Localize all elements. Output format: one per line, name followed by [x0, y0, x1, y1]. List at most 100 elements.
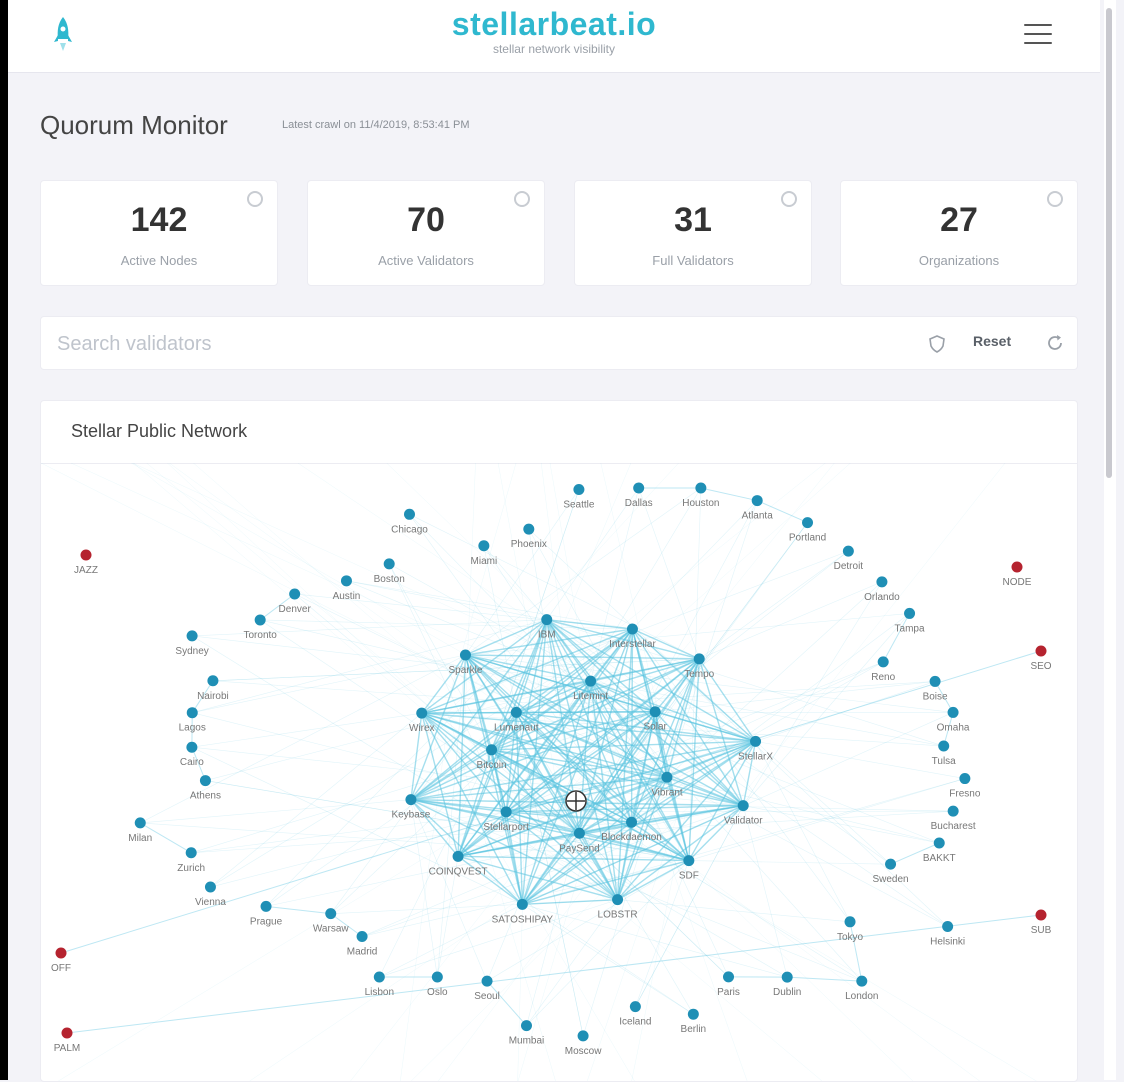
reset-button[interactable]: Reset: [973, 333, 1011, 349]
graph-node[interactable]: Paris: [717, 971, 740, 998]
node-dot: [523, 524, 534, 535]
graph-edge: [379, 900, 617, 977]
node-dot: [782, 972, 793, 983]
shield-icon[interactable]: [929, 335, 945, 353]
graph-node[interactable]: Lisbon: [365, 972, 394, 999]
graph-node[interactable]: Milan: [128, 817, 152, 844]
node-label: Warsaw: [313, 924, 350, 935]
stat-card-active-validators: 70 Active Validators: [307, 180, 545, 286]
brand: stellarbeat.io stellar network visibilit…: [8, 4, 1100, 56]
graph-node[interactable]: SEO: [1030, 646, 1051, 673]
node-dot: [650, 706, 661, 717]
node-label: Bucharest: [931, 821, 976, 832]
node-label: Mumbai: [509, 1036, 545, 1047]
node-label: Reno: [871, 672, 895, 683]
node-label: Bitcoin: [477, 760, 507, 771]
graph-node[interactable]: BAKKT: [923, 838, 956, 865]
graph-node[interactable]: NODE: [1003, 562, 1032, 589]
node-label: SATOSHIPAY: [492, 914, 554, 925]
graph-edge: [346, 581, 632, 629]
graph-edge: [883, 613, 909, 661]
graph-node[interactable]: Miami: [471, 540, 498, 567]
graph-node[interactable]: Sydney: [175, 630, 208, 657]
node-dot: [261, 901, 272, 912]
node-label: JAZZ: [74, 565, 98, 576]
graph-node[interactable]: Bucharest: [931, 806, 976, 833]
node-dot: [878, 656, 889, 667]
graph-node[interactable]: LOBSTR: [598, 894, 638, 921]
graph-node[interactable]: Berlin: [681, 1009, 707, 1036]
graph-node[interactable]: Madrid: [347, 931, 378, 958]
node-label: Milan: [128, 833, 152, 844]
node-label: Lagos: [179, 723, 206, 734]
graph-node[interactable]: Moscow: [565, 1030, 602, 1057]
info-icon[interactable]: [514, 191, 530, 207]
hamburger-menu-icon[interactable]: [1024, 24, 1052, 46]
graph-node[interactable]: Tokyo: [837, 916, 864, 943]
brand-title[interactable]: stellarbeat.io: [8, 4, 1100, 44]
info-icon[interactable]: [247, 191, 263, 207]
node-label: PaySend: [559, 843, 600, 854]
page-title: Quorum Monitor: [40, 110, 228, 141]
graph-node[interactable]: Chicago: [391, 509, 428, 536]
node-label: Athens: [190, 791, 221, 802]
refresh-icon[interactable]: [1045, 333, 1065, 353]
info-icon[interactable]: [781, 191, 797, 207]
graph-edge: [787, 977, 862, 981]
node-dot: [486, 744, 497, 755]
graph-node[interactable]: Boston: [374, 558, 405, 585]
graph-edge: [756, 741, 891, 864]
node-dot: [541, 614, 552, 625]
search-input[interactable]: [55, 329, 899, 359]
node-label: Tokyo: [837, 932, 864, 943]
graph-edge: [58, 773, 564, 1081]
node-label: SUB: [1031, 925, 1052, 936]
graph-node[interactable]: Boise: [923, 676, 948, 703]
node-label: Madrid: [347, 946, 378, 957]
graph-node[interactable]: Austin: [333, 575, 361, 602]
graph-node[interactable]: Oslo: [427, 971, 448, 998]
node-dot: [938, 741, 949, 752]
graph-node[interactable]: Orlando: [864, 576, 900, 603]
scrollbar[interactable]: [1104, 0, 1116, 1080]
node-label: Chicago: [391, 524, 428, 535]
node-label: Tempo: [684, 669, 714, 680]
node-label: Portland: [789, 533, 826, 544]
node-label: BAKKT: [923, 853, 956, 864]
network-graph[interactable]: ValidatorSDFLOBSTRSATOSHIPAYCOINQVESTKey…: [41, 463, 1077, 1081]
graph-node[interactable]: JAZZ: [74, 550, 98, 577]
node-dot: [460, 649, 471, 660]
network-title: Stellar Public Network: [71, 421, 247, 442]
node-label: Seattle: [563, 500, 595, 511]
graph-node[interactable]: Portland: [789, 517, 826, 544]
top-header: stellarbeat.io stellar network visibilit…: [8, 0, 1100, 73]
graph-node[interactable]: London: [845, 976, 878, 1003]
node-label: Solar: [644, 722, 668, 733]
node-dot: [187, 707, 198, 718]
node-dot: [876, 576, 887, 587]
graph-node[interactable]: Seattle: [563, 484, 595, 511]
node-label: Wirex: [409, 723, 435, 734]
node-label: Fresno: [949, 789, 981, 800]
graph-node[interactable]: SUB: [1031, 910, 1052, 937]
info-icon[interactable]: [1047, 191, 1063, 207]
graph-node[interactable]: Prague: [250, 901, 283, 928]
node-label: Nairobi: [197, 691, 229, 702]
node-dot: [661, 772, 672, 783]
graph-node[interactable]: Reno: [871, 656, 895, 683]
node-label: Dallas: [625, 498, 653, 509]
graph-node[interactable]: Sweden: [872, 859, 908, 886]
scrollbar-thumb[interactable]: [1106, 8, 1112, 478]
graph-node[interactable]: Nairobi: [197, 675, 229, 702]
graph-node[interactable]: Seoul: [474, 976, 500, 1003]
graph-node[interactable]: Athens: [190, 775, 221, 802]
node-dot: [752, 495, 763, 506]
graph-node[interactable]: Phoenix: [511, 524, 547, 551]
graph-node[interactable]: Dublin: [773, 972, 801, 999]
node-dot: [904, 608, 915, 619]
node-dot: [501, 806, 512, 817]
graph-node[interactable]: Fresno: [949, 773, 981, 800]
graph-node[interactable]: OFF: [51, 948, 71, 975]
node-dot: [885, 859, 896, 870]
graph-node[interactable]: Vienna: [195, 882, 226, 909]
